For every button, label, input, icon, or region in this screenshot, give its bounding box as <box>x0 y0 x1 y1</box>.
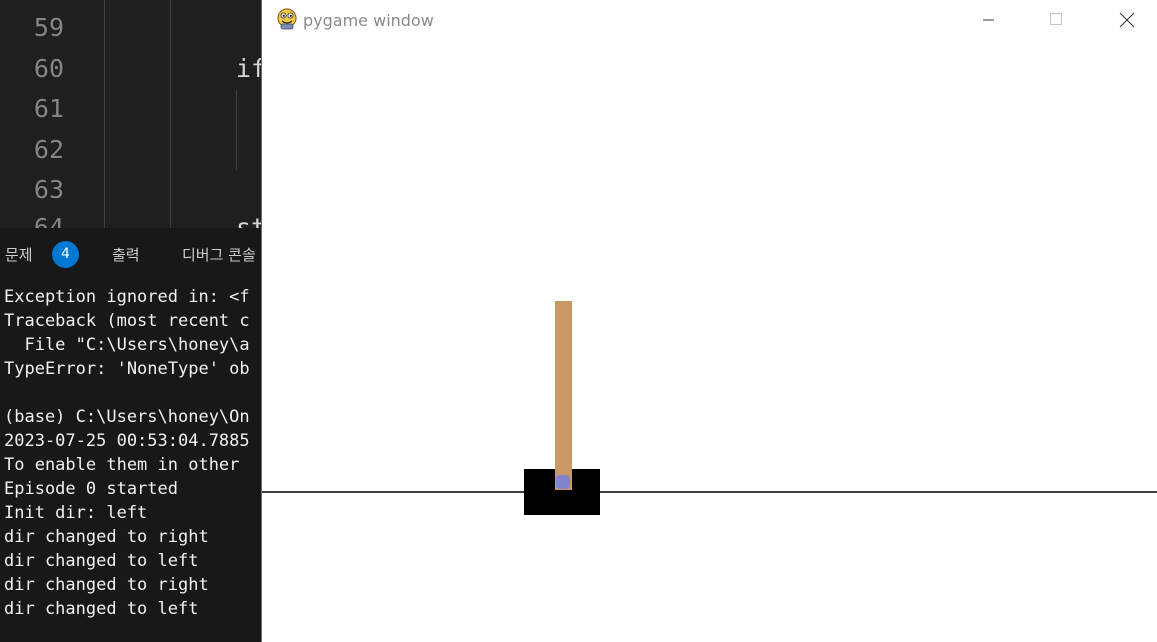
terminal-line: TypeError: 'NoneType' ob <box>4 359 250 379</box>
indent-guide <box>236 90 237 170</box>
maximize-icon <box>1050 13 1062 25</box>
window-titlebar[interactable]: pygame window <box>262 0 1157 40</box>
indent-guide <box>170 0 171 228</box>
pole <box>555 301 572 490</box>
tab-debug-console[interactable]: 디버그 콘솔 <box>182 244 256 265</box>
pygame-snake-icon <box>277 8 297 30</box>
tab-problems[interactable]: 문제 <box>5 244 33 265</box>
terminal-line: (base) C:\Users\honey\On <box>4 407 250 427</box>
game-canvas[interactable] <box>262 40 1157 642</box>
line-number: 62 <box>33 135 64 164</box>
terminal-output[interactable]: Exception ignored in: <f Traceback (most… <box>4 285 270 621</box>
canvas-background <box>262 40 1157 642</box>
problems-count-badge: 4 <box>52 241 79 268</box>
terminal-line: 2023-07-25 00:53:04.7885 <box>4 431 250 451</box>
minimize-button[interactable] <box>965 0 1011 40</box>
line-number: 64 <box>33 213 64 228</box>
terminal-line: dir changed to left <box>4 551 199 571</box>
minimize-icon <box>983 19 994 21</box>
terminal-line: File "C:\Users\honey\a <box>4 335 250 355</box>
terminal-line: Exception ignored in: <f <box>4 287 250 307</box>
indent-guide <box>104 0 105 228</box>
terminal-line: dir changed to right <box>4 575 209 595</box>
terminal-line: Traceback (most recent c <box>4 311 250 331</box>
terminal-line: Episode 0 started <box>4 479 178 499</box>
terminal-line: dir changed to left <box>4 599 199 619</box>
panel-tab-bar: 문제 4 출력 디버그 콘솔 <box>0 228 270 280</box>
close-icon <box>1119 12 1135 28</box>
line-number: 59 <box>33 13 64 42</box>
tab-output[interactable]: 출력 <box>112 244 140 265</box>
pygame-window[interactable]: pygame window <box>261 0 1157 642</box>
terminal-line: dir changed to right <box>4 527 209 547</box>
bottom-panel: 문제 4 출력 디버그 콘솔 Exception ignored in: <f … <box>0 228 270 642</box>
line-number: 60 <box>33 54 64 83</box>
desktop-screen: 59 60 61 62 63 64 if st 문제 4 출력 디버그 콘솔 E… <box>0 0 1157 642</box>
close-button[interactable] <box>1103 0 1149 40</box>
maximize-button[interactable] <box>1033 0 1079 40</box>
window-title: pygame window <box>303 11 434 30</box>
axle <box>556 475 570 489</box>
line-number: 61 <box>33 94 64 123</box>
line-number: 63 <box>33 175 64 204</box>
terminal-line: Init dir: left <box>4 503 148 523</box>
terminal-line: To enable them in other <box>4 455 240 475</box>
code-editor[interactable]: 59 60 61 62 63 64 if st <box>0 0 270 228</box>
